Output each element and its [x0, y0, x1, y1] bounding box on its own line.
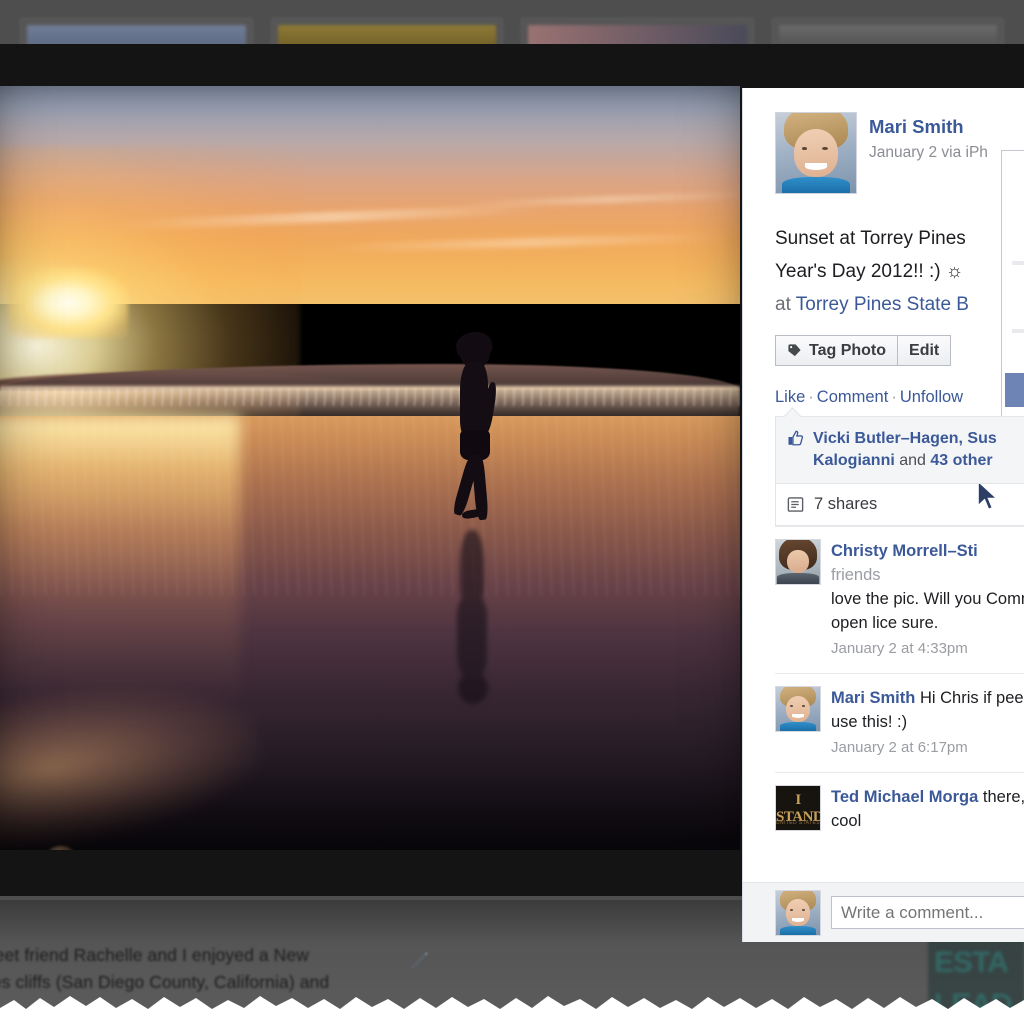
- photo-detail-panel: Mari Smith January 2 via iPh Sunset at T…: [742, 88, 1024, 942]
- comment-timestamp[interactable]: January 2 at 6:17pm: [831, 736, 1024, 760]
- tag-icon: [788, 344, 801, 357]
- comment-composer: [743, 882, 1024, 942]
- background-caption-line-1: weet friend Rachelle and I enjoyed a New: [0, 945, 309, 965]
- action-separator: ·: [808, 388, 814, 406]
- photo-lightbox: Mari Smith January 2 via iPh Sunset at T…: [0, 44, 1024, 942]
- commenter-relation: friends: [831, 566, 881, 584]
- commenter-avatar[interactable]: I STAND UNITED STATES: [775, 785, 821, 831]
- likes-others[interactable]: 43 other: [930, 452, 992, 469]
- current-user-avatar[interactable]: [775, 889, 821, 936]
- post-action-links: Like · Comment · Unfollow: [743, 366, 1024, 416]
- comment-timestamp[interactable]: January 2 at 4:33pm: [831, 637, 1024, 661]
- commenter-avatar[interactable]: [775, 686, 821, 732]
- commenter-name[interactable]: Mari Smith: [831, 689, 915, 707]
- comment-text-line-1: love the pic. Will you: [831, 590, 982, 608]
- unfollow-link[interactable]: Unfollow: [900, 388, 963, 406]
- likes-names: Vicki Butler–Hagen, Sus Kalogianni and 4…: [813, 428, 1024, 472]
- shares-icon: [787, 497, 804, 512]
- commenter-avatar[interactable]: [775, 539, 821, 585]
- comment-item: I STAND UNITED STATES Ted Michael Morga …: [775, 772, 1024, 845]
- post-author-name[interactable]: Mari Smith: [869, 116, 988, 138]
- comment-text-line-3: sure.: [901, 614, 939, 632]
- action-separator: ·: [891, 388, 897, 406]
- pencil-icon[interactable]: [408, 950, 430, 972]
- commenter-name[interactable]: Ted Michael Morga: [831, 788, 978, 806]
- mouse-cursor-icon: [977, 480, 1000, 511]
- likes-line-2[interactable]: Kalogianni: [813, 452, 895, 469]
- post-button-row: Tag Photo Edit: [743, 321, 1024, 366]
- post-location-row: at Torrey Pines State B: [775, 288, 1024, 321]
- edit-button[interactable]: Edit: [898, 335, 952, 366]
- watermark-line-2: ESTA: [934, 946, 1009, 979]
- post-caption-line-2: Year's Day 2012!! :) ☼: [775, 261, 964, 282]
- commenter-name[interactable]: Christy Morrell–Sti: [831, 542, 978, 560]
- comment-item: Mari Smith Hi Chris if peeps use this! :…: [775, 673, 1024, 772]
- avatar-poster-subtext: UNITED STATES: [776, 819, 820, 826]
- post-header: Mari Smith January 2 via iPh: [743, 88, 1024, 194]
- map-marker-area: [1005, 373, 1024, 407]
- tag-photo-button[interactable]: Tag Photo: [775, 335, 899, 366]
- shares-label: 7 shares: [814, 495, 878, 513]
- like-link[interactable]: Like: [775, 388, 805, 406]
- edit-label: Edit: [909, 341, 940, 359]
- location-map-card[interactable]: [1001, 150, 1024, 432]
- post-caption-line-1: Sunset at Torrey Pines: [775, 228, 966, 249]
- location-prefix: at: [775, 294, 796, 315]
- likes-summary[interactable]: Vicki Butler–Hagen, Sus Kalogianni and 4…: [775, 416, 1024, 484]
- comment-text-line-1: Hi Chris: [915, 689, 979, 707]
- post-caption: Sunset at Torrey Pines Year's Day 2012!!…: [743, 194, 1024, 321]
- thumbs-up-icon: [788, 430, 804, 446]
- torn-paper-edge: [0, 996, 1024, 1024]
- comment-link[interactable]: Comment: [817, 388, 889, 406]
- post-timestamp[interactable]: January 2 via iPh: [869, 142, 988, 164]
- likes-and-text: and: [894, 452, 931, 469]
- location-link[interactable]: Torrey Pines State B: [796, 294, 969, 315]
- comment-item: Christy Morrell–Sti friends love the pic…: [775, 526, 1024, 673]
- comment-input[interactable]: [831, 896, 1024, 929]
- author-avatar[interactable]: [775, 112, 857, 194]
- photo-viewer[interactable]: [0, 86, 740, 850]
- likes-line-1[interactable]: Vicki Butler–Hagen, Sus: [813, 430, 997, 447]
- tag-photo-label: Tag Photo: [809, 341, 887, 359]
- photo-vignette: [0, 86, 740, 850]
